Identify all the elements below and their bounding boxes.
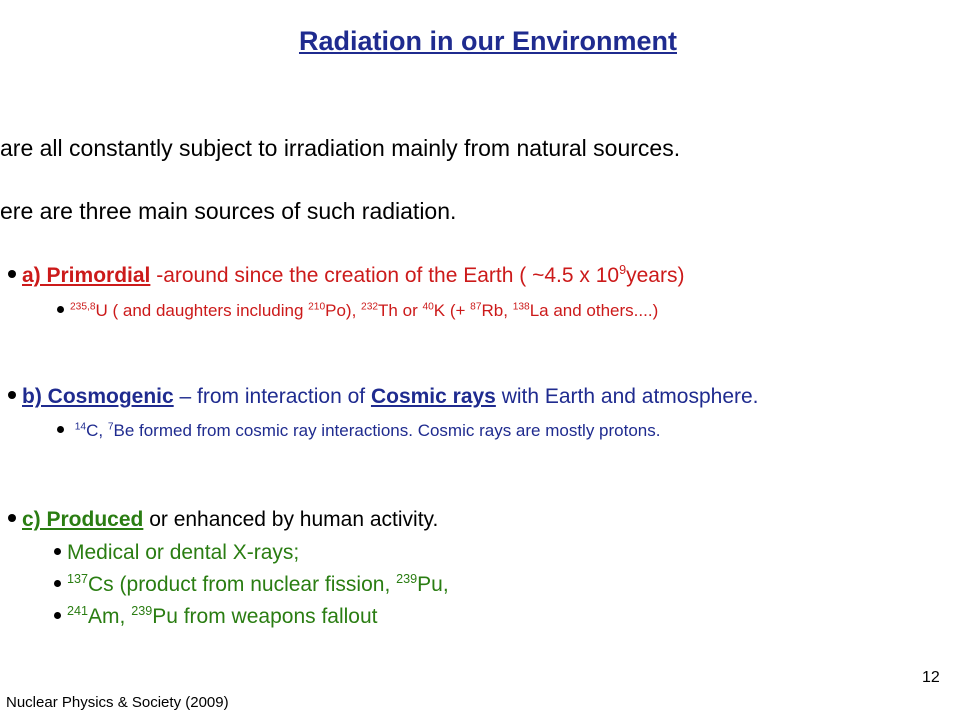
- bullet-icon: [8, 514, 16, 523]
- cosmic-rays-term: Cosmic rays: [370, 385, 496, 408]
- produced-medical: Medical or dental X-rays;: [54, 541, 299, 565]
- bullet-icon: [54, 547, 61, 555]
- cosmogenic-item: b) Cosmogenic – from interaction of Cosm…: [8, 385, 759, 409]
- produced-label: c) Produced: [22, 508, 144, 531]
- produced-cesium: 137Cs (product from nuclear fission, 239…: [54, 573, 449, 597]
- bullet-icon: [54, 579, 61, 587]
- primordial-label: a) Primordial: [22, 264, 151, 287]
- slide-title: Radiation in our Environment: [298, 26, 677, 56]
- page-number: 12: [922, 669, 940, 686]
- cosmogenic-isotopes: 14C, 7Be formed from cosmic ray interact…: [57, 421, 660, 441]
- primordial-desc: -around since the creation of the Earth …: [150, 263, 685, 287]
- bullet-icon: [54, 611, 61, 619]
- primordial-item: a) Primordial -around since the creation…: [8, 264, 684, 288]
- primordial-isotopes: 235,8U ( and daughters including 210Po),…: [57, 301, 658, 321]
- produced-fallout: 241Am, 239Pu from weapons fallout: [54, 605, 378, 629]
- footer-text: Nuclear Physics & Society (2009): [6, 694, 229, 711]
- cosmogenic-label: b) Cosmogenic: [22, 385, 174, 408]
- bullet-icon: [8, 270, 16, 279]
- produced-desc: or enhanced by human activity.: [143, 508, 439, 531]
- bullet-icon: [57, 306, 64, 314]
- bullet-icon: [57, 426, 64, 434]
- produced-item: c) Produced or enhanced by human activit…: [8, 508, 438, 532]
- intro-line-1: are all constantly subject to irradiatio…: [0, 135, 681, 161]
- bullet-icon: [8, 391, 16, 400]
- intro-line-2: ere are three main sources of such radia…: [0, 198, 457, 224]
